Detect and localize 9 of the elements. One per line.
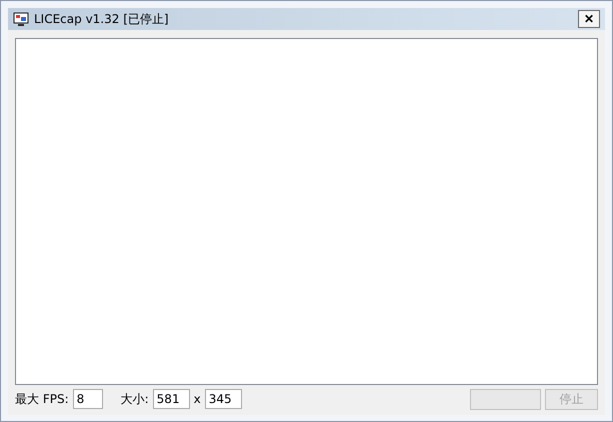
- monitor-icon: [13, 12, 29, 26]
- fps-label: 最大 FPS:: [15, 390, 69, 408]
- height-field[interactable]: 345: [204, 389, 242, 409]
- close-button[interactable]: ✕: [578, 10, 600, 28]
- window-title: LICEcap v1.32 [已停止]: [34, 10, 170, 28]
- width-field[interactable]: 581: [152, 389, 190, 409]
- times-label: x: [194, 392, 201, 406]
- fps-field[interactable]: 8: [72, 389, 103, 409]
- size-label: 大小:: [120, 390, 149, 408]
